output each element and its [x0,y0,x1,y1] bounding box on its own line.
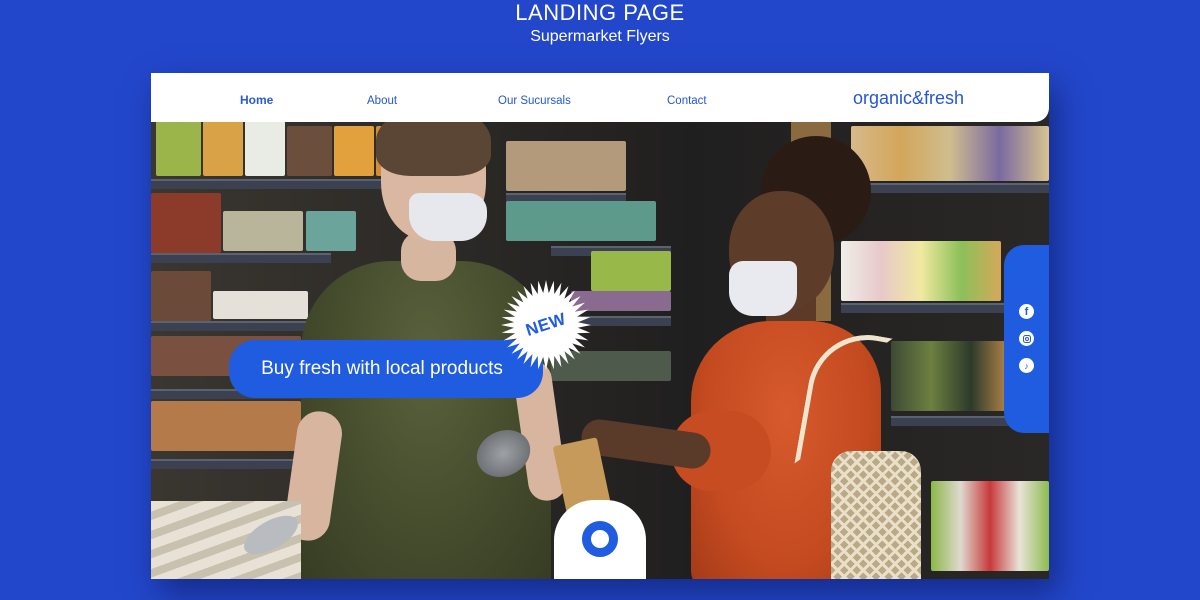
nav-about[interactable]: About [367,95,397,107]
fruit-logo-icon [582,521,618,557]
page-heading: LANDING PAGE Supermarket Flyers [0,0,1200,47]
landing-page-mockup: Home About Our Sucursals Contact organic… [151,73,1049,579]
facebook-icon[interactable]: f [1019,304,1034,319]
heading-title: LANDING PAGE [515,0,685,25]
instagram-icon[interactable] [1019,331,1034,346]
new-badge: NEW [500,279,592,371]
navbar: Home About Our Sucursals Contact organic… [151,73,1049,122]
cta-label: Buy fresh with local products [261,358,503,379]
heading-subtitle: Supermarket Flyers [530,28,670,45]
scroll-tab[interactable] [554,500,646,579]
nav-home[interactable]: Home [240,93,273,107]
cta-button[interactable]: Buy fresh with local products [229,340,543,398]
nav-contact[interactable]: Contact [667,95,707,107]
tiktok-icon[interactable]: ♪ [1019,358,1034,373]
nav-our-sucursals[interactable]: Our Sucursals [498,95,571,107]
social-bar: f ♪ [1004,245,1049,433]
brand-logo[interactable]: organic&fresh [853,88,964,109]
